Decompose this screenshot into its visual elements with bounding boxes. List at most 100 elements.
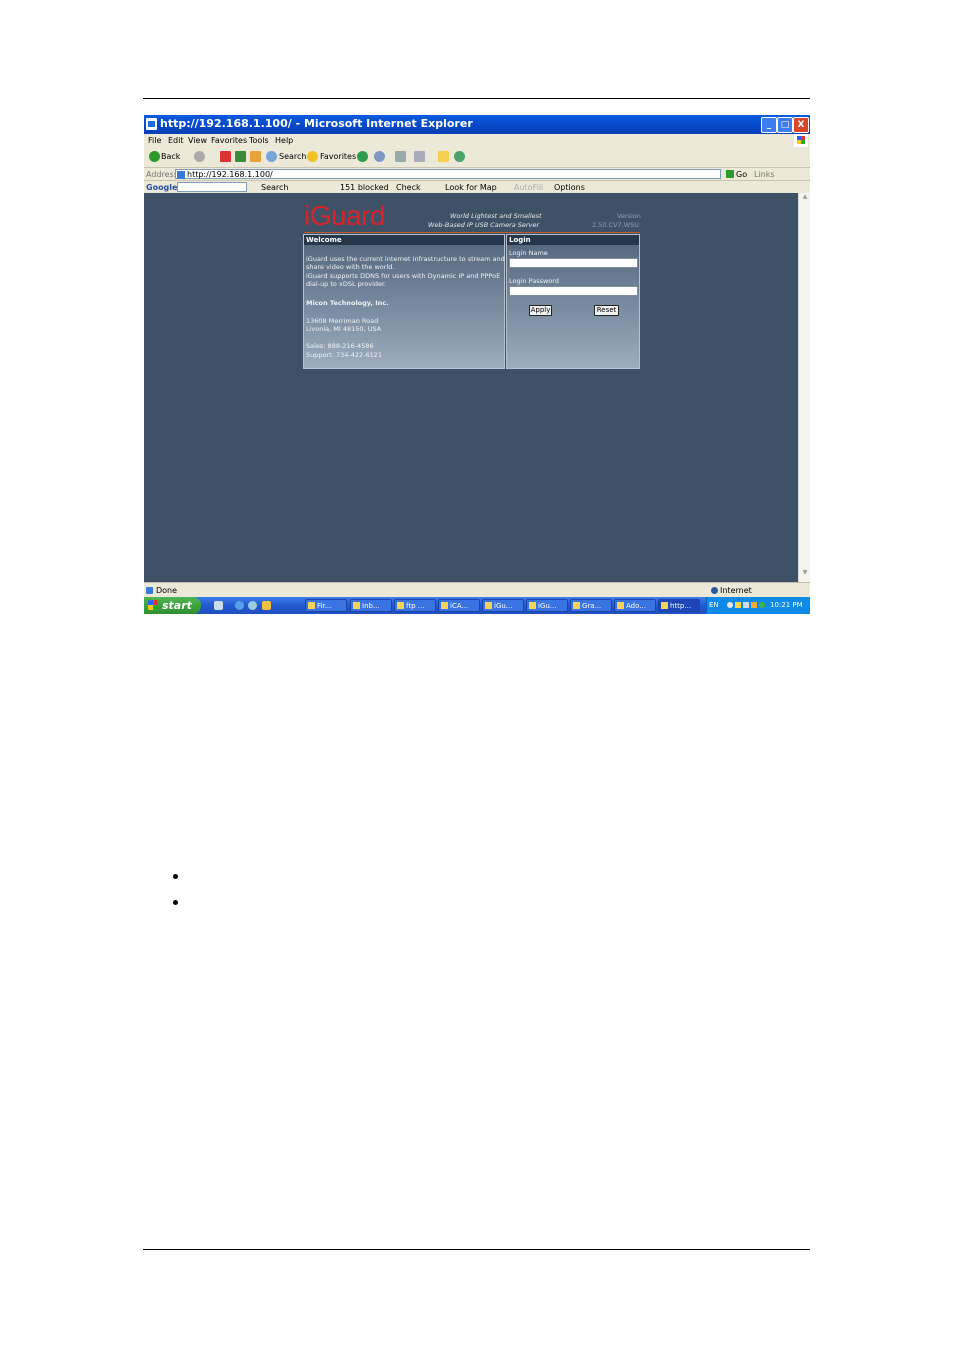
- title-bar: http://192.168.1.100/ - Microsoft Intern…: [144, 115, 810, 134]
- google-search-button[interactable]: Search: [261, 183, 288, 192]
- tray-icon[interactable]: [743, 602, 749, 608]
- home-icon[interactable]: [250, 151, 261, 162]
- taskbar-item[interactable]: Ado...: [614, 599, 656, 612]
- taskbar-item[interactable]: iCA...: [438, 599, 480, 612]
- menu-tools[interactable]: Tools: [249, 136, 269, 145]
- go-arrow-icon: [726, 170, 734, 178]
- taskbar-item[interactable]: iGu...: [482, 599, 524, 612]
- tray-icon[interactable]: [759, 602, 765, 608]
- refresh-quicklaunch-icon[interactable]: [248, 601, 257, 610]
- top-rule: [143, 98, 810, 99]
- favorites-star-icon[interactable]: [307, 151, 318, 162]
- windows-logo-icon: [794, 134, 808, 147]
- taskbar-item[interactable]: iGu...: [526, 599, 568, 612]
- menu-bar: File Edit View Favorites Tools Help: [144, 134, 810, 147]
- favorites-button[interactable]: Favorites: [320, 152, 356, 161]
- login-name-input[interactable]: [509, 258, 638, 268]
- go-label: Go: [736, 170, 748, 179]
- tray-icon[interactable]: [727, 602, 733, 608]
- google-toolbar: Google Search 151 blocked Check Look for…: [144, 180, 810, 194]
- taskbar-item[interactable]: Fir...: [305, 599, 347, 612]
- reset-button[interactable]: Reset: [594, 305, 619, 316]
- links-button[interactable]: Links: [754, 170, 775, 179]
- login-password-label: Login Password: [509, 277, 559, 285]
- security-zone: Internet: [720, 586, 752, 595]
- tray-icon[interactable]: [735, 602, 741, 608]
- version-number: 2.50.CV7.WSU: [592, 221, 640, 229]
- messenger-icon[interactable]: [454, 151, 465, 162]
- vertical-scrollbar[interactable]: ▲ ▼: [798, 193, 810, 582]
- address-input[interactable]: http://192.168.1.100/: [175, 169, 721, 179]
- back-button[interactable]: Back: [161, 152, 180, 161]
- start-button[interactable]: start: [144, 597, 201, 614]
- options-button[interactable]: Options: [554, 183, 585, 192]
- ie-quicklaunch-icon[interactable]: [235, 601, 244, 610]
- taskbar: start Fir... Inb... ftp ... iCA... iGu..…: [144, 597, 810, 614]
- close-button[interactable]: X: [793, 117, 809, 133]
- login-panel: Login Login Name Login Password Apply Re…: [506, 234, 640, 369]
- language-indicator[interactable]: EN: [709, 601, 719, 609]
- app-quicklaunch-icon[interactable]: [262, 601, 271, 610]
- show-desktop-icon[interactable]: [214, 601, 223, 610]
- folder-icon[interactable]: [438, 151, 449, 162]
- search-button[interactable]: Search: [279, 152, 306, 161]
- google-search-input[interactable]: [177, 182, 247, 192]
- ie-page-icon: [146, 118, 157, 130]
- spell-check-button[interactable]: Check: [396, 183, 421, 192]
- sales-phone: Sales: 888-216-4586: [306, 342, 374, 350]
- refresh-icon[interactable]: [235, 151, 246, 162]
- bullet-point: [173, 900, 178, 905]
- history-icon[interactable]: [357, 151, 368, 162]
- address-label: Address: [146, 170, 178, 179]
- welcome-line-2: share video with the world.: [306, 263, 395, 271]
- menu-favorites[interactable]: Favorites: [211, 136, 247, 145]
- forward-icon[interactable]: [194, 151, 205, 162]
- menu-help[interactable]: Help: [275, 136, 293, 145]
- login-name-label: Login Name: [509, 249, 548, 257]
- company-name: Micon Technology, Inc.: [306, 299, 389, 307]
- look-for-map-button[interactable]: Look for Map: [445, 183, 497, 192]
- browser-screenshot: http://192.168.1.100/ - Microsoft Intern…: [144, 115, 810, 614]
- address-url: http://192.168.1.100/: [187, 170, 273, 179]
- taskbar-item[interactable]: ftp ...: [394, 599, 436, 612]
- popup-blocked-count[interactable]: 151 blocked: [340, 183, 389, 192]
- bullet-point: [173, 874, 178, 879]
- taskbar-item[interactable]: Gra...: [570, 599, 612, 612]
- back-icon[interactable]: [149, 151, 160, 162]
- bottom-rule: [143, 1249, 810, 1250]
- tray-icon[interactable]: [751, 602, 757, 608]
- internet-zone-icon: [146, 587, 153, 594]
- scroll-up-icon[interactable]: ▲: [799, 193, 810, 204]
- mail-icon[interactable]: [374, 151, 385, 162]
- taskbar-item[interactable]: Inb...: [350, 599, 392, 612]
- menu-view[interactable]: View: [188, 136, 207, 145]
- go-button[interactable]: Go: [726, 170, 747, 179]
- autofill-button[interactable]: AutoFill: [514, 183, 543, 192]
- google-brand[interactable]: Google: [146, 183, 177, 192]
- tagline-line-1: World Lightest and Smallest: [450, 212, 542, 220]
- stop-icon[interactable]: [220, 151, 231, 162]
- minimize-button[interactable]: _: [761, 117, 777, 133]
- window-title: http://192.168.1.100/ - Microsoft Intern…: [160, 117, 473, 130]
- maximize-button[interactable]: □: [777, 117, 793, 133]
- standard-toolbar: Back Search Favorites: [144, 148, 810, 166]
- print-icon[interactable]: [395, 151, 406, 162]
- welcome-line-4: dial-up to xDSL provider.: [306, 280, 387, 288]
- login-password-input[interactable]: [509, 286, 638, 296]
- menu-file[interactable]: File: [148, 136, 161, 145]
- tagline-line-2: Web-Based IP USB Camera Server: [428, 221, 540, 229]
- menu-edit[interactable]: Edit: [168, 136, 184, 145]
- search-icon[interactable]: [266, 151, 277, 162]
- welcome-panel: Welcome iGuard uses the current internet…: [303, 234, 505, 369]
- scroll-down-icon[interactable]: ▼: [799, 569, 810, 580]
- login-heading: Login: [507, 235, 639, 245]
- taskbar-item-active[interactable]: http...: [658, 599, 700, 612]
- address-line-2: Livonia, MI 48150, USA: [306, 325, 382, 333]
- status-bar: Done Internet: [144, 582, 810, 598]
- version-label: Version: [617, 212, 641, 220]
- edit-icon[interactable]: [414, 151, 425, 162]
- iguard-logo: iGuard: [304, 200, 386, 231]
- system-tray: EN 10:21 PM: [706, 597, 810, 614]
- apply-button[interactable]: Apply: [529, 305, 552, 316]
- page-icon: [177, 171, 185, 179]
